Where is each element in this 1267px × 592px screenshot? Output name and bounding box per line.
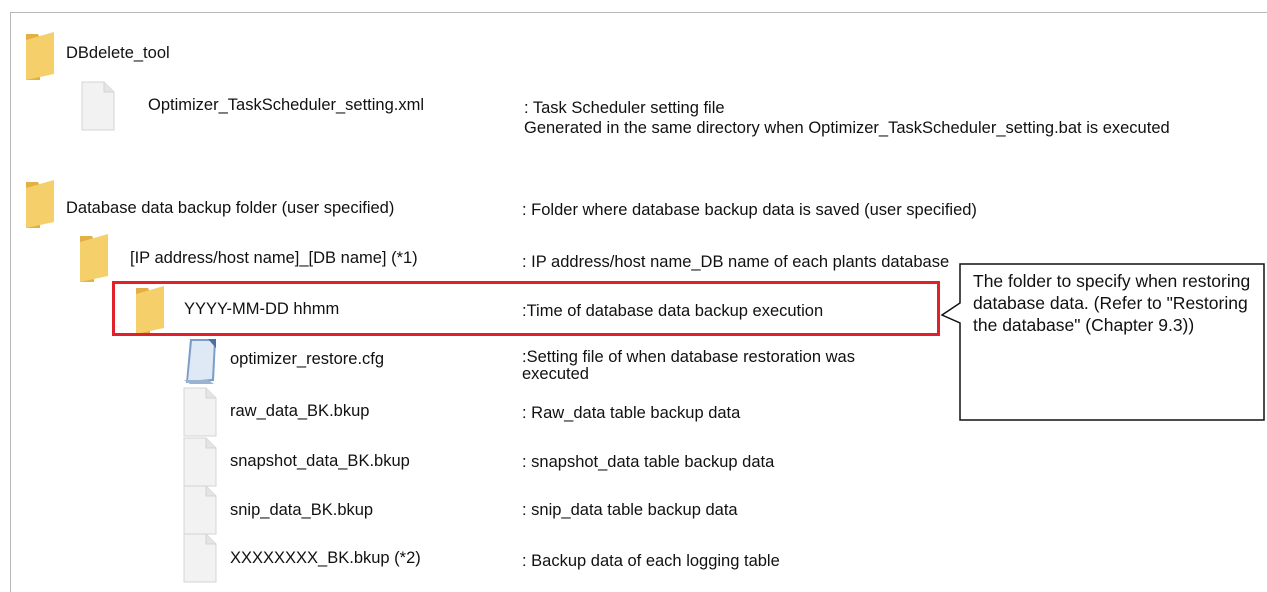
tree-item-restore-cfg-description: :Setting file of when database restorati…	[522, 348, 855, 383]
file-icon	[183, 387, 217, 437]
file-icon	[183, 485, 217, 535]
tree-item-backup-folder-description: : Folder where database backup data is s…	[522, 201, 977, 219]
notepad-icon	[184, 339, 216, 384]
file-icon	[183, 533, 217, 583]
tree-item-raw-data-description: : Raw_data table backup data	[522, 404, 741, 422]
callout-text: The folder to specify when restoring dat…	[973, 271, 1251, 335]
tree-item-snapshot-data-description: : snapshot_data table backup data	[522, 453, 775, 471]
tree-item-restore-cfg-name: optimizer_restore.cfg	[230, 350, 385, 368]
folder-icon	[26, 180, 54, 228]
tree-item-dbdelete-name: DBdelete_tool	[66, 44, 170, 62]
highlight-box	[112, 281, 940, 336]
folder-icon	[26, 32, 54, 80]
tree-item-logging-data-name: XXXXXXXX_BK.bkup (*2)	[230, 549, 421, 567]
tree-item-setting-xml-description: : Task Scheduler setting file Generated …	[524, 99, 1170, 137]
tree-item-snip-data-name: snip_data_BK.bkup	[230, 501, 374, 519]
tree-item-setting-xml-name: Optimizer_TaskScheduler_setting.xml	[148, 96, 425, 114]
tree-item-raw-data-name: raw_data_BK.bkup	[230, 402, 370, 420]
tree-item-logging-data-description: : Backup data of each logging table	[522, 552, 780, 570]
tree-item-ip-folder-name: [IP address/host name]_[DB name] (*1)	[130, 249, 418, 267]
file-icon	[81, 81, 115, 131]
tree-item-backup-folder-name: Database data backup folder (user specif…	[66, 199, 395, 217]
tree-item-snapshot-data-name: snapshot_data_BK.bkup	[230, 452, 410, 470]
folder-icon	[80, 234, 108, 282]
tree-item-snip-data-description: : snip_data table backup data	[522, 501, 738, 519]
file-icon	[183, 437, 217, 487]
